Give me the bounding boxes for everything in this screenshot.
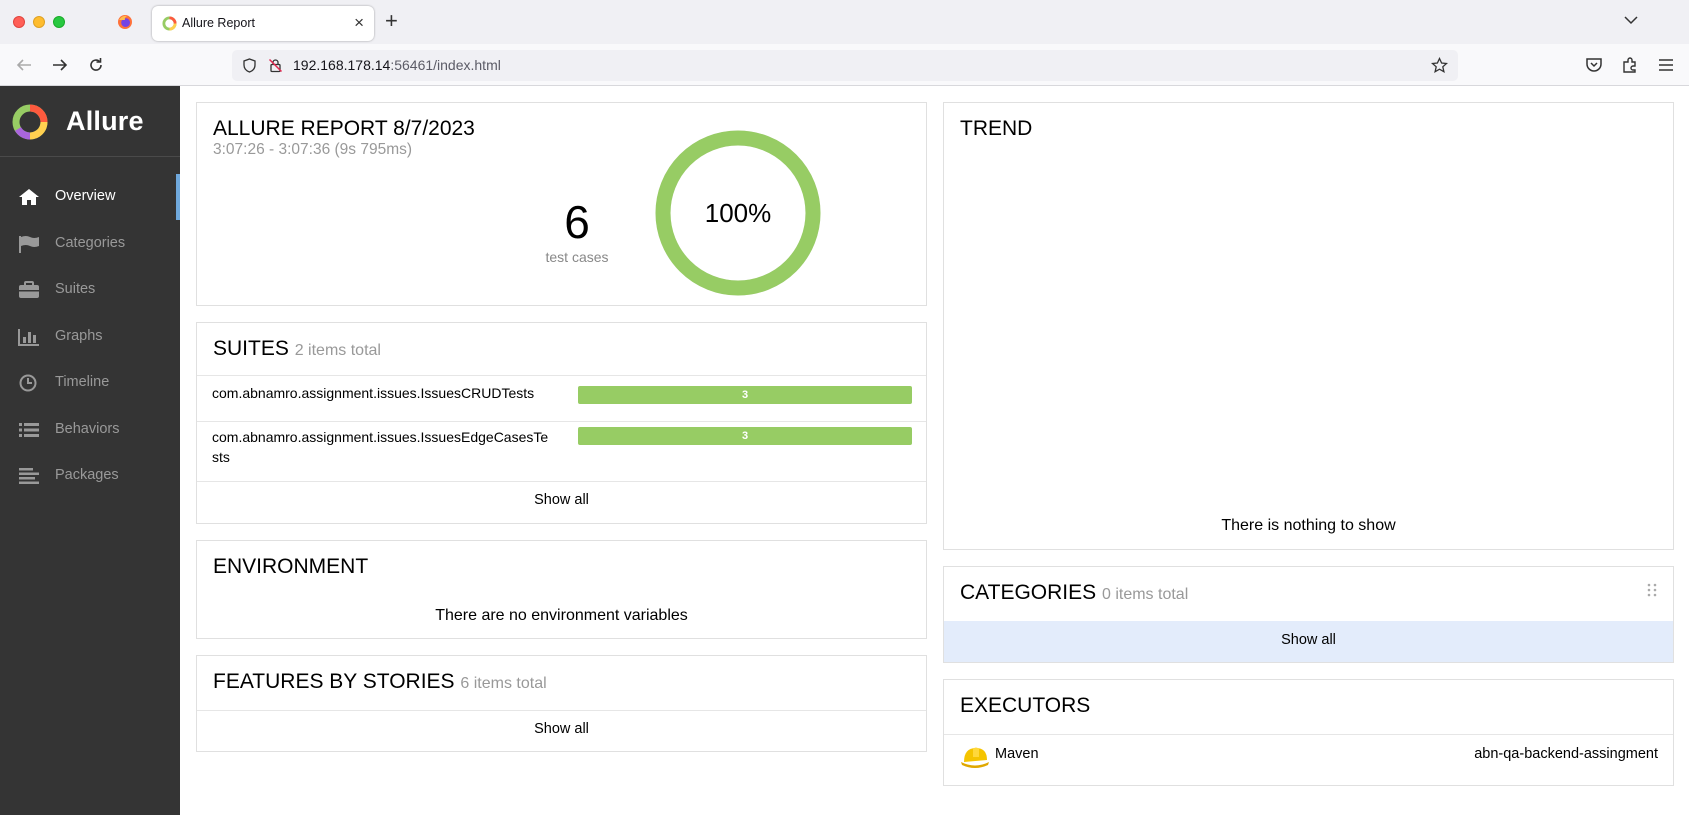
insecure-lock-icon[interactable] bbox=[268, 58, 283, 73]
tab-title: Allure Report bbox=[182, 16, 255, 30]
suite-passed-bar[interactable]: 3 bbox=[578, 386, 912, 404]
trend-title: TREND bbox=[960, 117, 1033, 140]
tab-close-icon[interactable]: × bbox=[354, 13, 364, 33]
summary-widget: ALLURE REPORT 8/7/2023 3:07:26 - 3:07:36… bbox=[196, 102, 927, 306]
features-show-all-button[interactable]: Show all bbox=[197, 721, 926, 737]
suites-widget: SUITES 2 items total com.abnamro.assignm… bbox=[196, 322, 927, 524]
sidebar: Allure Overview Categories Suites Graphs… bbox=[0, 86, 180, 815]
categories-title: CATEGORIES 0 items total bbox=[960, 581, 1189, 604]
home-icon bbox=[19, 189, 39, 205]
suites-title: SUITES 2 items total bbox=[213, 337, 381, 360]
success-rate-label: 100% bbox=[705, 198, 772, 228]
hard-hat-icon bbox=[961, 747, 989, 768]
sidebar-item-label: Timeline bbox=[55, 374, 110, 390]
bookmark-star-icon[interactable] bbox=[1431, 57, 1448, 74]
suite-name: com.abnamro.assignment.issues.IssuesCRUD… bbox=[212, 385, 535, 401]
sidebar-item-graphs[interactable]: Graphs bbox=[0, 314, 180, 361]
sidebar-item-suites[interactable]: Suites bbox=[0, 267, 180, 314]
executor-build-name[interactable]: abn-qa-backend-assingment bbox=[1474, 746, 1658, 762]
sidebar-divider bbox=[0, 156, 180, 157]
shield-icon[interactable] bbox=[242, 58, 257, 73]
browser-tab-bar: Allure Report × + bbox=[0, 0, 1689, 44]
back-arrow-icon[interactable] bbox=[15, 56, 33, 74]
allure-logo-icon bbox=[12, 104, 48, 140]
summary-time-range: 3:07:26 - 3:07:36 (9s 795ms) bbox=[213, 141, 413, 158]
flag-icon bbox=[19, 235, 39, 253]
bar-chart-icon bbox=[18, 328, 39, 346]
sidebar-item-label: Suites bbox=[55, 281, 96, 297]
firefox-icon[interactable] bbox=[117, 14, 133, 30]
sidebar-nav: Overview Categories Suites Graphs Timeli… bbox=[0, 174, 180, 500]
url-bar[interactable]: 192.168.178.14:56461/index.html bbox=[232, 50, 1458, 81]
browser-tab[interactable]: Allure Report × bbox=[152, 6, 374, 41]
menu-icon[interactable] bbox=[1657, 56, 1675, 74]
browser-nav-bar: 192.168.178.14:56461/index.html bbox=[0, 44, 1689, 86]
environment-empty-message: There are no environment variables bbox=[435, 607, 688, 624]
close-window-button[interactable] bbox=[13, 16, 25, 28]
sidebar-item-overview[interactable]: Overview bbox=[0, 174, 180, 221]
allure-favicon-icon bbox=[162, 16, 177, 31]
divider bbox=[197, 710, 926, 711]
summary-title: ALLURE REPORT 8/7/2023 bbox=[213, 117, 475, 140]
test-case-count-label: test cases bbox=[545, 249, 609, 265]
url-text[interactable]: 192.168.178.14:56461/index.html bbox=[293, 57, 501, 73]
list-icon bbox=[19, 422, 39, 437]
brand-name: Allure bbox=[66, 106, 144, 136]
executors-widget: EXECUTORS Maven abn-qa-backend-assingmen… bbox=[943, 679, 1674, 786]
sidebar-item-categories[interactable]: Categories bbox=[0, 221, 180, 268]
environment-title: ENVIRONMENT bbox=[213, 555, 369, 578]
executors-title: EXECUTORS bbox=[960, 694, 1091, 717]
divider bbox=[197, 421, 926, 422]
categories-show-all-row[interactable]: Show all bbox=[944, 621, 1673, 662]
features-title: FEATURES BY STORIES 6 items total bbox=[213, 670, 547, 693]
pocket-icon[interactable] bbox=[1585, 56, 1603, 74]
briefcase-icon bbox=[19, 281, 39, 298]
forward-arrow-icon[interactable] bbox=[51, 56, 69, 74]
categories-widget: CATEGORIES 0 items total Show all bbox=[943, 566, 1674, 663]
clock-icon bbox=[19, 374, 37, 392]
suite-name: com.abnamro.assignment.issues.IssuesEdge… bbox=[212, 429, 549, 465]
drag-handle-icon[interactable] bbox=[1647, 583, 1657, 597]
suite-passed-bar[interactable]: 3 bbox=[578, 427, 912, 445]
success-rate-donut[interactable]: 100% bbox=[653, 128, 823, 298]
divider bbox=[197, 481, 926, 482]
features-widget: FEATURES BY STORIES 6 items total Show a… bbox=[196, 655, 927, 752]
sidebar-item-behaviors[interactable]: Behaviors bbox=[0, 407, 180, 454]
divider bbox=[197, 375, 926, 376]
sidebar-item-timeline[interactable]: Timeline bbox=[0, 360, 180, 407]
categories-show-all-button[interactable]: Show all bbox=[944, 632, 1673, 648]
sidebar-item-label: Overview bbox=[55, 188, 116, 204]
suites-show-all-button[interactable]: Show all bbox=[197, 492, 926, 508]
environment-widget: ENVIRONMENT There are no environment var… bbox=[196, 540, 927, 639]
reload-icon[interactable] bbox=[87, 56, 105, 74]
extensions-icon[interactable] bbox=[1621, 56, 1639, 74]
suite-row[interactable]: com.abnamro.assignment.issues.IssuesCRUD… bbox=[197, 383, 928, 421]
sidebar-item-label: Packages bbox=[55, 467, 119, 483]
test-case-count: 6 bbox=[564, 196, 590, 248]
sidebar-item-label: Categories bbox=[55, 234, 126, 251]
sidebar-item-packages[interactable]: Packages bbox=[0, 453, 180, 500]
trend-empty-message: There is nothing to show bbox=[1221, 517, 1396, 534]
zoom-window-button[interactable] bbox=[53, 16, 65, 28]
suite-row[interactable]: com.abnamro.assignment.issues.IssuesEdge… bbox=[197, 427, 928, 471]
chevron-down-icon[interactable] bbox=[1623, 12, 1639, 28]
sidebar-item-label: Behaviors bbox=[55, 420, 120, 437]
executor-name[interactable]: Maven bbox=[995, 746, 1039, 762]
new-tab-icon[interactable]: + bbox=[385, 8, 398, 34]
sidebar-item-label: Graphs bbox=[55, 327, 103, 344]
align-left-icon bbox=[19, 468, 39, 484]
divider bbox=[944, 734, 1673, 735]
minimize-window-button[interactable] bbox=[33, 16, 45, 28]
trend-widget: TREND There is nothing to show bbox=[943, 102, 1674, 550]
